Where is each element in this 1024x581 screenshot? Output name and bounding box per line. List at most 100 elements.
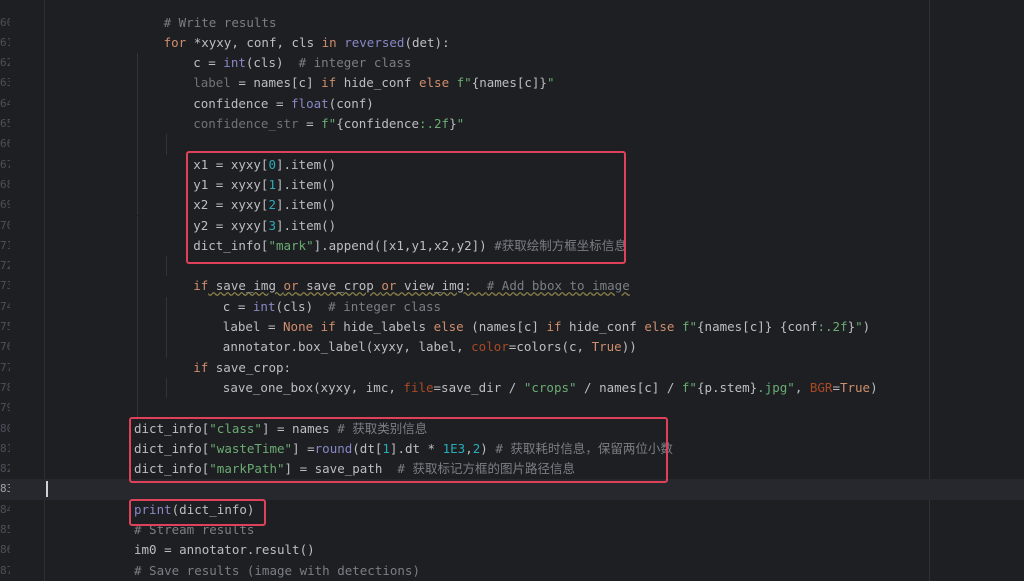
code-token: # Stream results [134,522,255,537]
code-line[interactable]: 86 im0 = annotator.result() [0,540,1024,560]
code-line[interactable]: 60 # Write results [0,13,1024,33]
indent-guide [137,398,138,419]
line-number: 86 [0,543,10,557]
code-line[interactable]: 72 [0,256,1024,277]
code-line[interactable]: 65 confidence_str = f"{confidence:.2f}" [0,114,1024,135]
code-line[interactable]: 79 [0,398,1024,419]
code-line[interactable]: 76 annotator.box_label(xyxy, label, color… [0,337,1024,358]
code-line[interactable]: 73 if save_img or save_crop or view_img: … [0,276,1024,297]
line-number: 65 [0,117,10,130]
code-token: or [283,278,299,294]
code-token: in [321,34,337,50]
code-token: 1 [268,176,276,192]
code-line[interactable]: 87 # Save results (image with detections) [0,561,1024,581]
indent-guide [137,317,138,338]
code-token: f" [681,319,698,334]
code-line[interactable]: 78 save_one_box(xyxy, imc, file=save_dir … [0,377,1024,399]
line-number: 69 [0,198,10,212]
code-line[interactable]: 71 dict_info["mark"].append([x1,y1,x2,y2]… [0,235,1024,257]
code-token: = [298,116,322,131]
indent-guide [166,134,167,155]
code-token: or [381,278,397,294]
code-line[interactable]: 85 # Stream results [0,520,1024,540]
code-text: x1 = xyxy[0].item() [193,155,336,175]
code-line[interactable]: 70 y2 = xyxy[3].item() [0,215,1024,236]
code-token: if [193,278,209,294]
code-token: BGR [809,379,833,395]
line-number: 84 [0,502,10,516]
line-number: 80 [0,421,10,435]
code-line[interactable]: 62 c = int(cls) # integer class [0,53,1024,74]
code-token: reversed [344,34,405,50]
code-token: label = [222,319,284,334]
code-token: hide_conf [336,75,419,91]
code-token: ) [480,440,496,456]
code-line[interactable]: 84 print(dict_info) [0,500,1024,520]
code-token: int [252,298,276,314]
code-line[interactable]: 64 confidence = float(conf) [0,93,1024,114]
line-number: 85 [0,523,10,536]
indent-guide [166,296,167,317]
indent-guide [137,174,138,196]
code-token: ] = save_path [284,461,398,477]
code-line[interactable]: 80 dict_info["class"] = names # 获取类别信息 [0,419,1024,439]
code-token: (cls) [245,55,299,71]
code-line[interactable]: 61 for *xyxy, conf, cls in reversed(det): [0,33,1024,53]
code-token: {conf [779,319,818,334]
code-token: 3 [268,217,276,233]
code-token: True [591,339,622,355]
code-token: save_one_box(xyxy, imc, [222,379,404,395]
indent-guide [137,337,138,358]
indent-guide [137,154,138,175]
code-token: y1 = xyxy[ [193,176,269,192]
line-number: 76 [0,340,10,354]
indent-guide [137,276,138,297]
code-token: else [419,75,450,91]
code-token: *xyxy, conf, cls [186,34,322,50]
code-token: save_img [208,278,284,294]
code-line[interactable]: 74 c = int(cls) # integer class [0,296,1024,317]
code-text: for *xyxy, conf, cls in reversed(det): [164,33,450,53]
code-token: int [223,55,246,71]
line-number: 63 [0,76,10,90]
code-token: else [433,319,464,334]
code-line[interactable]: 83 [0,479,1024,500]
code-line[interactable]: 75 label = None if hide_labels else (name… [0,317,1024,338]
indent-guide [166,337,167,358]
indent-guide [137,256,138,277]
code-line[interactable]: 68 y1 = xyxy[1].item() [0,174,1024,196]
code-token: # Write results [163,14,277,30]
line-number: 73 [0,279,10,293]
code-token: {names[c]} [697,319,773,334]
code-editor[interactable]: 60 # Write results 61 for *xyxy, conf, cls … [0,0,1024,581]
code-line[interactable]: 67 x1 = xyxy[0].item() [0,154,1024,175]
code-line[interactable]: 66 [0,134,1024,155]
indent-guide [166,377,167,399]
code-text: label = names[c] if hide_conf else f"{na… [193,73,554,93]
code-token: 1 [382,440,390,456]
code-line[interactable]: 81 dict_info["wasteTime"] =round(dt[1].dt… [0,439,1024,459]
line-number: 82 [0,462,10,476]
code-token: " [855,319,863,334]
code-token: # 获取类别信息 [337,420,428,436]
code-token: .jpg" [757,379,795,395]
code-text: # Stream results [134,520,254,540]
code-token: view_img: [396,278,487,294]
code-token: 1E3 [442,440,466,456]
code-token: for [163,34,187,50]
line-number: 83 [0,482,10,496]
code-line[interactable]: 69 x2 = xyxy[2].item() [0,195,1024,216]
code-text: # Save results (image with detections) [134,561,420,581]
code-line[interactable]: 82 dict_info["markPath"] = save_path # 获取… [0,459,1024,479]
code-token: dict_info[ [134,461,210,477]
code-token: "mark" [268,237,314,253]
code-token: round [314,440,353,456]
code-token: (names[c] [463,319,547,334]
code-line[interactable]: 77 if save_crop: [0,357,1024,378]
line-number: 66 [0,137,10,151]
code-line[interactable]: 63 label = names[c] if hide_conf else f"{… [0,73,1024,94]
code-token: x1 = xyxy[ [193,156,269,172]
code-token: (dict_info) [171,501,255,517]
indent-guide [166,256,167,277]
